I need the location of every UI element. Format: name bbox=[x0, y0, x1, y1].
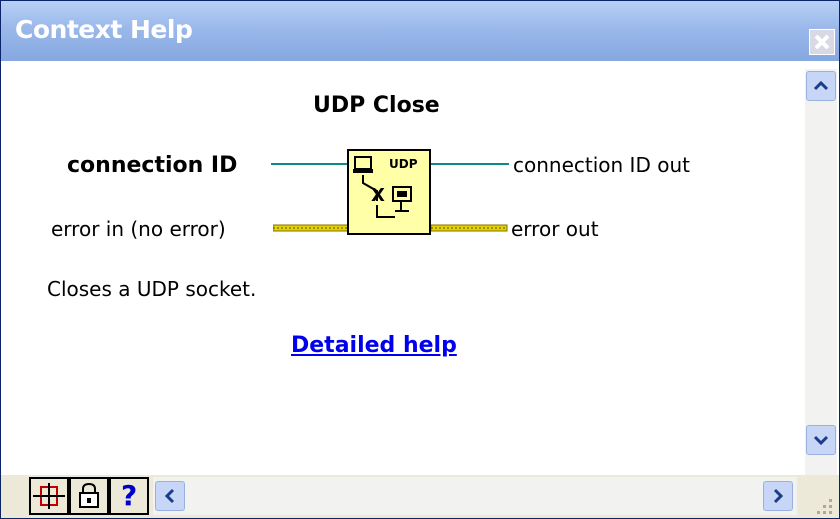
scroll-down-button[interactable] bbox=[806, 425, 836, 455]
lock-icon bbox=[79, 482, 99, 508]
context-help-window: Context Help UDP Close connection ID err… bbox=[0, 0, 840, 519]
chevron-left-icon bbox=[164, 488, 175, 504]
scroll-left-button[interactable] bbox=[155, 481, 185, 511]
vi-name: UDP Close bbox=[313, 93, 440, 118]
chevron-right-icon bbox=[773, 488, 784, 504]
show-optional-terminals-button[interactable] bbox=[29, 477, 69, 515]
error-out-wire bbox=[431, 224, 508, 232]
close-button[interactable] bbox=[809, 29, 835, 55]
connection-id-wire bbox=[271, 163, 349, 165]
error-in-wire bbox=[273, 224, 350, 232]
vertical-scrollbar[interactable] bbox=[805, 69, 837, 475]
udp-icon-text: UDP bbox=[389, 157, 418, 171]
chevron-up-icon bbox=[813, 80, 829, 91]
help-content-pane: UDP Close connection ID error in (no err… bbox=[25, 67, 797, 463]
show-optional-terminals-icon bbox=[33, 483, 65, 509]
window-title: Context Help bbox=[15, 15, 193, 44]
detailed-help-link[interactable]: Detailed help bbox=[291, 333, 457, 358]
udp-close-vi-icon: UDP X bbox=[347, 149, 431, 235]
lock-button[interactable] bbox=[69, 477, 109, 515]
resize-grip[interactable] bbox=[813, 495, 835, 515]
chevron-down-icon bbox=[813, 435, 829, 446]
vi-description: Closes a UDP socket. bbox=[47, 277, 257, 301]
output-connection-id-out-label: connection ID out bbox=[513, 153, 690, 177]
horizontal-scrollbar[interactable] bbox=[153, 477, 797, 515]
help-icon: ? bbox=[121, 479, 138, 512]
resize-grip-icon bbox=[817, 499, 832, 514]
scroll-right-button[interactable] bbox=[763, 481, 793, 511]
title-bar[interactable]: Context Help bbox=[1, 1, 839, 61]
help-button[interactable]: ? bbox=[109, 477, 149, 515]
close-icon bbox=[814, 34, 830, 50]
connection-id-out-wire bbox=[431, 163, 509, 165]
input-error-in-label: error in (no error) bbox=[51, 217, 226, 241]
scroll-up-button[interactable] bbox=[806, 71, 836, 101]
input-connection-id-label: connection ID bbox=[67, 153, 238, 178]
output-error-out-label: error out bbox=[511, 217, 599, 241]
svg-text:X: X bbox=[371, 185, 385, 206]
